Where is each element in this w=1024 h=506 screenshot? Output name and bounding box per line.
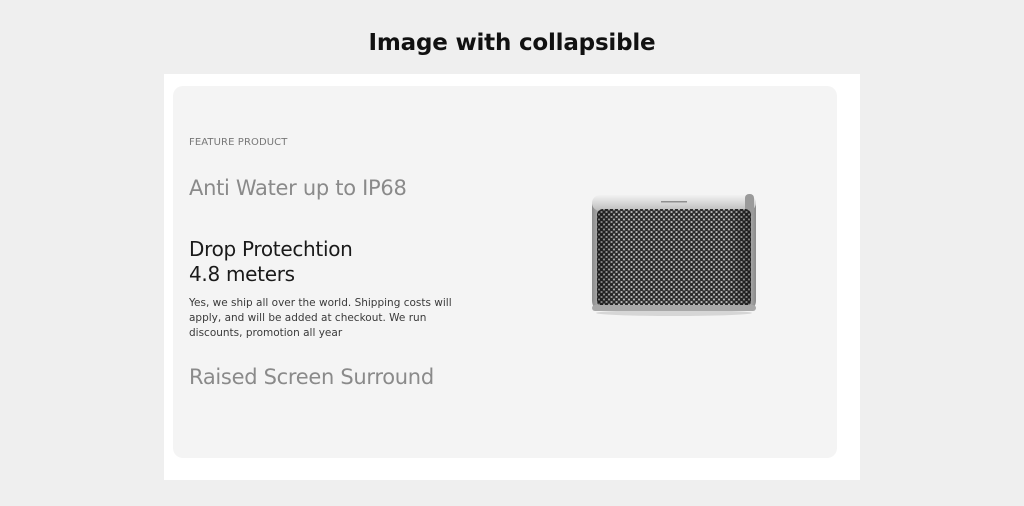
collapsible-heading-raised-screen[interactable]: Raised Screen Surround (189, 365, 434, 389)
drop-protection-subtitle: 4.8 meters (189, 262, 295, 286)
speaker-product-image (592, 194, 756, 316)
collapsible-heading-drop-protection[interactable]: Drop Protechtion 4.8 meters (189, 237, 353, 287)
section-frame: FEATURE PRODUCT Anti Water up to IP68 Dr… (164, 74, 860, 480)
eyebrow-label: FEATURE PRODUCT (189, 137, 288, 148)
page-title: Image with collapsible (368, 30, 656, 56)
feature-card: FEATURE PRODUCT Anti Water up to IP68 Dr… (173, 86, 837, 458)
collapsible-heading-anti-water[interactable]: Anti Water up to IP68 (189, 176, 407, 200)
drop-protection-title: Drop Protechtion (189, 237, 353, 261)
collapsible-content-drop-protection: Yes, we ship all over the world. Shippin… (189, 297, 452, 339)
